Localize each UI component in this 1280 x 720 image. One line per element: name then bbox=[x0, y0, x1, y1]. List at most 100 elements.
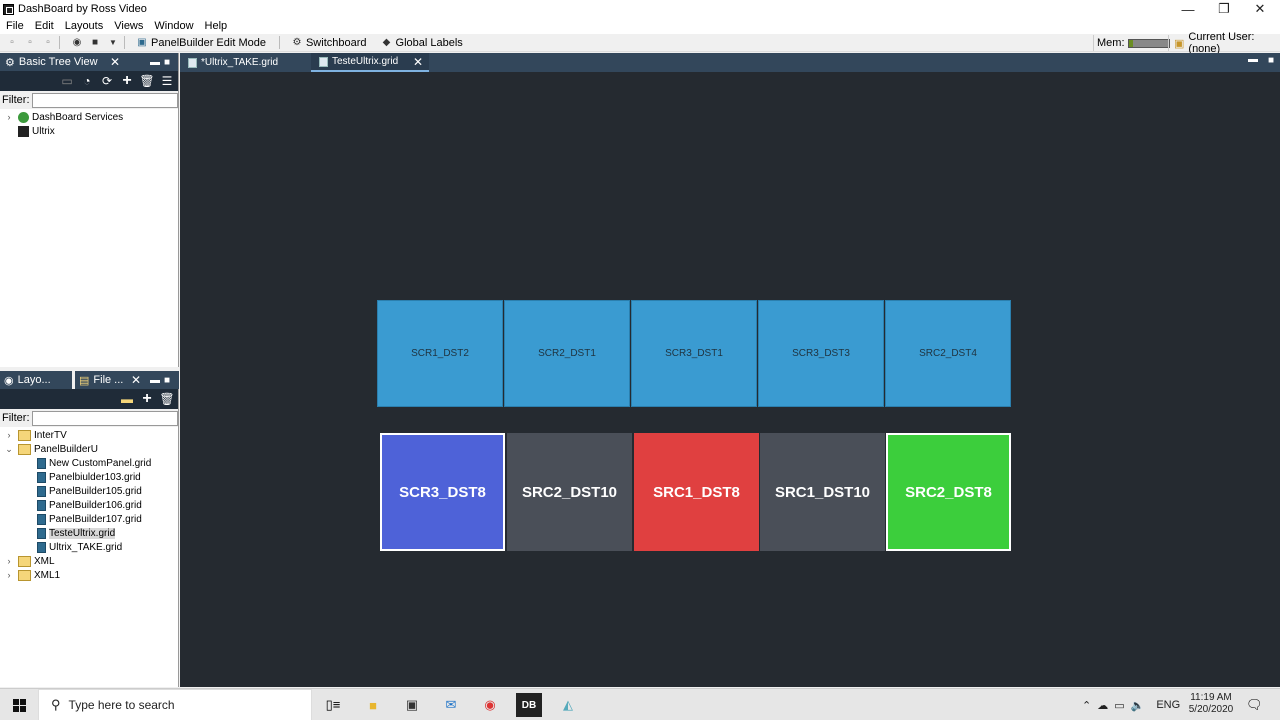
tab-testeultrix[interactable]: TesteUltrix.grid ✕ bbox=[311, 53, 429, 72]
switchboard-button[interactable]: Switchboard bbox=[306, 37, 367, 49]
chevron-down-icon[interactable]: ⌄ bbox=[4, 444, 14, 455]
minimize-button[interactable]: — bbox=[1170, 0, 1206, 18]
grid-file-icon bbox=[37, 485, 46, 497]
destination-button-2[interactable]: SRC2_DST10 bbox=[507, 433, 632, 551]
toolbar-divider bbox=[124, 36, 125, 49]
camera-icon[interactable]: ◉ bbox=[71, 37, 83, 49]
battery-icon[interactable]: ▭ bbox=[1114, 699, 1124, 712]
maximize-icon[interactable]: ■ bbox=[164, 57, 170, 68]
maximize-icon[interactable]: ■ bbox=[164, 375, 170, 386]
source-button-3[interactable]: SCR3_DST1 bbox=[631, 300, 757, 407]
notification-icon[interactable]: 🗨 bbox=[1246, 697, 1263, 713]
menu-views[interactable]: Views bbox=[114, 20, 143, 32]
menu-layouts[interactable]: Layouts bbox=[65, 20, 104, 32]
global-labels-button[interactable]: Global Labels bbox=[396, 37, 463, 49]
clock-time: 11:19 AM bbox=[1190, 692, 1232, 703]
file-item[interactable]: PanelBuilder107.grid bbox=[0, 512, 178, 526]
chevron-right-icon[interactable]: › bbox=[4, 430, 14, 440]
file-label: TesteUltrix.grid bbox=[49, 527, 116, 539]
trash-icon[interactable]: 🗑 bbox=[159, 392, 174, 406]
chevron-right-icon[interactable]: › bbox=[4, 112, 14, 122]
file-filter-input[interactable] bbox=[31, 410, 178, 426]
folder-icon bbox=[18, 443, 31, 455]
language-indicator[interactable]: ENG bbox=[1156, 699, 1180, 711]
minimize-icon[interactable]: ▬ bbox=[150, 375, 160, 386]
store-icon[interactable]: ▣ bbox=[399, 693, 425, 717]
close-button[interactable]: ✕ bbox=[1242, 0, 1278, 18]
folder-panelbuilderu[interactable]: ⌄ PanelBuilderU bbox=[0, 442, 178, 456]
file-item[interactable]: Ultrix_TAKE.grid bbox=[0, 540, 178, 554]
menu-help[interactable]: Help bbox=[205, 20, 228, 32]
file-item[interactable]: New CustomPanel.grid bbox=[0, 456, 178, 470]
tab-ultrix-take[interactable]: *Ultrix_TAKE.grid bbox=[180, 53, 310, 72]
chevron-right-icon[interactable]: › bbox=[4, 556, 14, 566]
clock[interactable]: 11:19 AM 5/20/2020 bbox=[1186, 692, 1236, 716]
start-button[interactable] bbox=[0, 689, 38, 720]
menu-edit[interactable]: Edit bbox=[35, 20, 54, 32]
list-icon[interactable]: ☰ bbox=[160, 74, 174, 88]
refresh-icon[interactable]: ⟳ bbox=[100, 74, 114, 88]
menu-window[interactable]: Window bbox=[154, 20, 193, 32]
minimize-icon[interactable]: ▬ bbox=[150, 57, 160, 68]
close-icon[interactable]: ✕ bbox=[110, 55, 120, 69]
grid-file-icon bbox=[37, 513, 46, 525]
toolbar-divider bbox=[59, 36, 60, 49]
panelbuilder-edit-mode-button[interactable]: PanelBuilder Edit Mode bbox=[151, 37, 266, 49]
grid-file-icon bbox=[37, 541, 46, 553]
destination-button-1[interactable]: SCR3_DST8 bbox=[380, 433, 505, 551]
folder-xml1[interactable]: › XML1 bbox=[0, 568, 178, 582]
cloud-icon[interactable]: ☁ bbox=[1097, 699, 1108, 712]
source-button-4[interactable]: SCR3_DST3 bbox=[758, 300, 884, 407]
current-user-area[interactable]: ▣ Current User: (none) bbox=[1168, 31, 1280, 55]
destination-button-4[interactable]: SRC1_DST10 bbox=[760, 433, 885, 551]
add-icon[interactable]: + bbox=[140, 390, 154, 407]
close-icon[interactable]: ✕ bbox=[413, 55, 423, 69]
file-item-selected[interactable]: TesteUltrix.grid bbox=[0, 526, 178, 540]
source-button-5[interactable]: SRC2_DST4 bbox=[885, 300, 1011, 407]
new-folder-icon[interactable]: ▬ bbox=[120, 392, 134, 406]
folder-icon[interactable]: ■ bbox=[89, 37, 101, 49]
tree-item-dashboard-services[interactable]: › DashBoard Services bbox=[0, 110, 178, 124]
source-button-1[interactable]: SCR1_DST2 bbox=[377, 300, 503, 407]
menu-file[interactable]: File bbox=[6, 20, 24, 32]
tree-filter-input[interactable] bbox=[31, 92, 178, 108]
chevron-up-icon[interactable]: ⌃ bbox=[1082, 699, 1091, 712]
close-icon[interactable]: ✕ bbox=[131, 373, 141, 387]
file-item[interactable]: PanelBuilder106.grid bbox=[0, 498, 178, 512]
add-icon[interactable]: + bbox=[120, 72, 134, 89]
volume-icon[interactable]: 🔈 bbox=[1131, 699, 1145, 712]
taskbar-search[interactable]: ⚲ Type here to search bbox=[38, 689, 312, 720]
destination-button-5[interactable]: SRC2_DST8 bbox=[886, 433, 1011, 551]
monitor-icon[interactable]: ▭ bbox=[60, 74, 74, 88]
clock-date: 5/20/2020 bbox=[1188, 704, 1234, 715]
file-explorer-icon[interactable]: ■ bbox=[360, 693, 386, 717]
tag-icon: ◆ bbox=[382, 37, 391, 48]
minimize-icon[interactable]: ▬ bbox=[1248, 54, 1258, 65]
chrome-icon[interactable]: ◉ bbox=[477, 693, 503, 717]
tab-label: TesteUltrix.grid bbox=[332, 56, 399, 67]
save-all-icon[interactable]: ▫ bbox=[42, 37, 54, 49]
destination-button-3[interactable]: SRC1_DST8 bbox=[634, 433, 759, 551]
chart-icon[interactable]: ◔ bbox=[80, 74, 94, 88]
tree-item-ultrix[interactable]: Ultrix bbox=[0, 124, 178, 138]
maximize-icon[interactable]: ■ bbox=[1268, 55, 1274, 66]
folder-intertv[interactable]: › InterTV bbox=[0, 428, 178, 442]
source-button-2[interactable]: SCR2_DST1 bbox=[504, 300, 630, 407]
save-as-icon[interactable]: ▫ bbox=[24, 37, 36, 49]
restore-button[interactable]: ❐ bbox=[1206, 0, 1242, 18]
folder-xml[interactable]: › XML bbox=[0, 554, 178, 568]
file-panel-header: ◉ Layo... ▤ File ... ✕ ▬ ■ bbox=[0, 371, 179, 389]
file-item[interactable]: PanelBuilder105.grid bbox=[0, 484, 178, 498]
tab-layouts[interactable]: ◉ Layo... bbox=[0, 371, 72, 389]
app-taskbar-icon[interactable]: ◭ bbox=[555, 693, 581, 717]
chevron-down-icon[interactable]: ▼ bbox=[107, 37, 119, 49]
save-icon[interactable]: ▫ bbox=[6, 37, 18, 49]
mail-icon[interactable]: ✉ bbox=[438, 693, 464, 717]
dashboard-taskbar-icon[interactable]: DB bbox=[516, 693, 542, 717]
task-view-icon[interactable]: ▯≡ bbox=[320, 693, 346, 717]
chevron-right-icon[interactable]: › bbox=[4, 570, 14, 580]
file-item[interactable]: Panelbiulder103.grid bbox=[0, 470, 178, 484]
trash-icon[interactable]: 🗑 bbox=[139, 74, 154, 88]
search-placeholder: Type here to search bbox=[68, 698, 175, 712]
tab-files[interactable]: ▤ File ... ✕ ▬ ■ bbox=[75, 371, 179, 389]
